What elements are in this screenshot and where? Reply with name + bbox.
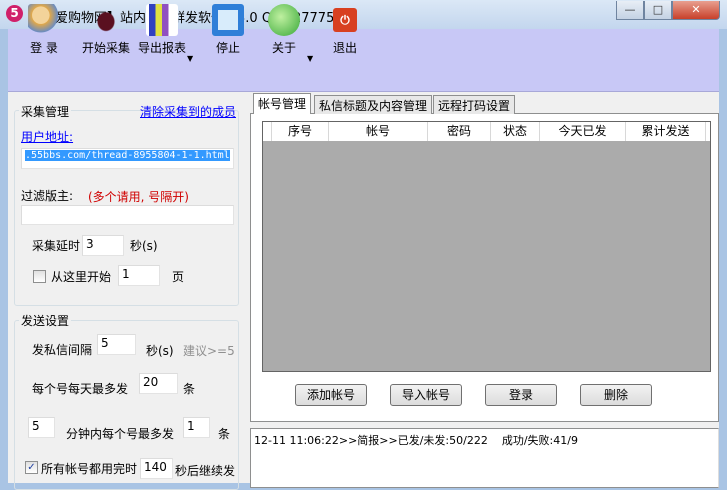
clear-collected-link[interactable]: 清除采集到的成员 bbox=[140, 103, 236, 120]
column-header-total-sent[interactable]: 累计发送 bbox=[626, 122, 706, 141]
interval-input[interactable]: 5 bbox=[97, 334, 136, 355]
delay-input[interactable]: 3 bbox=[82, 235, 124, 256]
collect-group-title: 采集管理 bbox=[19, 103, 72, 120]
per-minute-unit: 条 bbox=[218, 427, 231, 441]
label: 开始采集 bbox=[82, 41, 131, 55]
column-header-password[interactable]: 密码 bbox=[428, 122, 491, 141]
send-group-title: 发送设置 bbox=[19, 312, 72, 329]
app-icon: 5 bbox=[6, 5, 23, 22]
stop-button[interactable]: 停止 bbox=[212, 4, 244, 56]
delete-button[interactable]: 删除 bbox=[580, 384, 652, 406]
row-selector-header bbox=[263, 122, 272, 141]
all-used-checkbox[interactable]: ✓ bbox=[25, 461, 38, 474]
start-here-label: 从这里开始 bbox=[51, 270, 112, 284]
chart-icon bbox=[146, 4, 178, 36]
export-report-button[interactable]: 导出报表 bbox=[138, 4, 186, 56]
per-minute-input[interactable]: 1 bbox=[183, 417, 210, 438]
minutes-input[interactable]: 5 bbox=[28, 417, 55, 438]
minimize-button[interactable]: — bbox=[616, 1, 644, 20]
tab-message-content[interactable]: 私信标题及内容管理 bbox=[314, 95, 433, 114]
interval-unit: 秒(s) bbox=[146, 344, 174, 358]
label: 登 录 bbox=[30, 41, 58, 55]
close-button[interactable]: ✕ bbox=[672, 1, 720, 20]
window-title: 【我爱购物网】站内私信群发软件 V3.0 Q:302777528 bbox=[29, 11, 351, 26]
users-icon bbox=[28, 4, 60, 36]
daily-input[interactable]: 20 bbox=[139, 373, 178, 394]
label: 导出报表 bbox=[138, 41, 187, 55]
url-label-link[interactable]: 用户地址: bbox=[21, 128, 73, 145]
chevron-down-icon[interactable]: ▼ bbox=[187, 54, 193, 63]
maximize-button[interactable]: □ bbox=[644, 1, 672, 20]
power-icon: ⏻ bbox=[333, 8, 357, 32]
label: 退出 bbox=[333, 41, 358, 55]
filter-hint: (多个请用, 号隔开) bbox=[88, 190, 189, 204]
all-used-suffix: 秒后继续发 bbox=[175, 464, 236, 478]
add-account-button[interactable]: 添加帐号 bbox=[295, 384, 367, 406]
tab-account-management[interactable]: 帐号管理 bbox=[253, 93, 312, 114]
column-header-sent-today[interactable]: 今天已发 bbox=[540, 122, 626, 141]
delay-unit: 秒(s) bbox=[130, 239, 158, 253]
start-page-input[interactable]: 1 bbox=[118, 265, 160, 286]
start-here-checkbox[interactable] bbox=[33, 270, 46, 283]
log-output[interactable]: 12-11 11:06:22>>简报>>已发/未发:50/222 成功/失败:4… bbox=[250, 428, 719, 488]
daily-unit: 条 bbox=[183, 382, 196, 396]
all-used-input[interactable]: 140 bbox=[140, 458, 173, 479]
account-table bbox=[262, 121, 711, 372]
page-unit: 页 bbox=[172, 270, 185, 284]
tab-remote-captcha[interactable]: 远程打码设置 bbox=[433, 95, 516, 114]
stop-icon bbox=[212, 4, 244, 36]
per-minute-label: 分钟内每个号最多发 bbox=[66, 427, 175, 441]
filter-input[interactable] bbox=[21, 205, 234, 225]
globe-icon bbox=[268, 4, 300, 36]
filter-label: 过滤版主: bbox=[21, 189, 74, 203]
label: 停止 bbox=[215, 41, 240, 55]
interval-label: 发私信间隔 bbox=[32, 343, 93, 357]
login-toolbar-button[interactable]: 登 录 bbox=[28, 4, 60, 56]
column-header-status[interactable]: 状态 bbox=[491, 122, 540, 141]
daily-label: 每个号每天最多发 bbox=[32, 382, 129, 396]
column-header-account[interactable]: 帐号 bbox=[329, 122, 428, 141]
about-button[interactable]: 关于 bbox=[268, 4, 300, 56]
bug-icon bbox=[90, 4, 122, 36]
import-account-button[interactable]: 导入帐号 bbox=[390, 384, 462, 406]
all-used-label: 所有帐号都用完时 bbox=[41, 462, 138, 476]
start-collect-button[interactable]: 开始采集 bbox=[82, 4, 130, 56]
login-button[interactable]: 登录 bbox=[485, 384, 557, 406]
exit-button[interactable]: ⏻ 退出 bbox=[333, 4, 357, 56]
interval-hint: 建议>=5 bbox=[183, 344, 235, 358]
delay-label: 采集延时 bbox=[32, 239, 81, 253]
chevron-down-icon[interactable]: ▼ bbox=[307, 54, 313, 63]
label: 关于 bbox=[271, 41, 296, 55]
header-filler bbox=[706, 122, 710, 141]
url-input[interactable]: .55bbs.com/thread-8955804-1-1.html bbox=[25, 150, 230, 161]
column-header-index[interactable]: 序号 bbox=[272, 122, 329, 141]
